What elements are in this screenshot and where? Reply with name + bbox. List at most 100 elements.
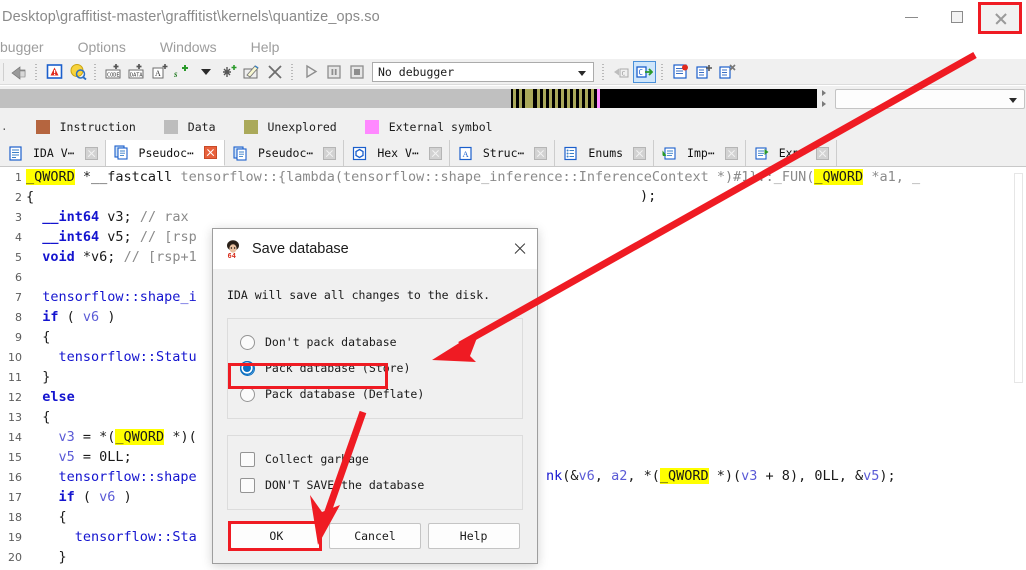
step-over-icon: C [614,68,629,78]
svg-text:A: A [155,69,161,78]
step-over-button[interactable]: C [610,61,633,83]
run-button[interactable] [299,61,322,83]
radio-icon [240,334,255,350]
tab-1[interactable]: Pseudoc⋯ [105,140,225,166]
undefine-button[interactable] [263,61,286,83]
dialog-close-button[interactable] [509,238,531,260]
rename-button[interactable] [240,61,263,83]
toolbar-grip-2[interactable] [92,62,99,81]
jump-to-address-input[interactable] [835,89,1025,109]
line-content: __int64 v5; // [rsp [42,229,197,245]
tab-close-icon[interactable] [633,146,647,160]
step-into-button[interactable]: C [633,60,656,83]
stop-button[interactable] [345,61,368,83]
nav-tick [549,89,552,108]
menu-item-help[interactable]: Help [234,39,297,55]
tab-close-icon[interactable] [323,146,337,160]
make-string-button[interactable]: A [148,61,171,83]
add-breakpoint-button[interactable] [692,61,715,83]
make-struct-button[interactable]: s [171,61,194,83]
extra-options-group: Collect garbage DON'T SAVE the database [227,435,523,510]
dialog-button-row: OK Cancel Help [213,523,537,549]
help-button[interactable]: Help [427,523,520,549]
checkbox-dont-save-database[interactable]: DON'T SAVE the database [228,472,522,498]
cancel-button[interactable]: Cancel [328,523,421,549]
legend-label-data: Data [187,119,216,134]
legend-swatch-data [163,119,178,134]
delete-breakpoint-button[interactable] [715,61,738,83]
tab-7[interactable]: Exp⋯ [745,140,838,166]
make-code-button[interactable]: CODE [102,61,125,83]
toolbar-grip-4[interactable] [600,62,607,81]
hex-view-icon [353,146,367,160]
tab-label: Exp⋯ [778,146,807,160]
checkbox-collect-garbage[interactable]: Collect garbage [228,446,522,472]
navigator-scroll-arrows[interactable] [820,90,830,107]
code-line[interactable]: 3 __int64 v3; // rax [0,207,1026,227]
tab-6[interactable]: Imp⋯ [654,140,746,166]
line-number: 9 [15,330,22,344]
make-data-button[interactable]: DATA [125,61,148,83]
menu-item-windows[interactable]: Windows [143,39,234,55]
tab-4[interactable]: A Struc⋯ [449,140,556,166]
tab-close-icon[interactable] [203,146,217,159]
tab-2[interactable]: Pseudoc⋯ [224,140,345,166]
toolbar-grip-5[interactable] [659,62,666,81]
pseudocode-vertical-scrollbar[interactable] [1012,169,1025,568]
tab-close-icon[interactable] [816,146,830,160]
toolbar-grip-3[interactable] [289,62,296,81]
debugger-select[interactable]: No debugger [372,61,594,82]
make-unexplored-button[interactable] [217,61,240,83]
search-button[interactable] [66,61,89,83]
checkbox-label: Collect garbage [265,452,369,466]
toolbar-dropdown-button[interactable] [194,61,217,83]
nav-tick [543,89,546,108]
close-button[interactable] [978,2,1022,34]
line-number: 3 [15,210,22,224]
line-number: 7 [15,290,22,304]
tab-close-icon[interactable] [534,146,548,160]
pause-button[interactable] [322,61,345,83]
nav-tick [519,89,522,108]
code-line[interactable]: 2{ [0,187,1026,207]
ida-logo-icon: 64 [227,240,239,259]
radio-pack-database-store[interactable]: Pack database (Store) [228,355,522,381]
menu-item-options[interactable]: Options [61,39,143,55]
tab-5[interactable]: Enums [555,140,655,166]
maximize-button[interactable] [934,0,980,34]
nav-tick [585,89,588,108]
menu-item-debugger[interactable]: bugger [0,39,61,55]
make-code-icon: CODE [105,64,121,79]
line-number: 16 [8,470,22,484]
breakpoint-list-icon [672,64,688,79]
line-content: { [26,409,51,425]
pack-options-group: Don't pack database Pack database (Store… [227,318,523,419]
scrollbar-thumb[interactable] [1014,173,1023,383]
minimize-button[interactable] [888,0,934,34]
ida-pro-window: Desktop\graffitist-master\graffitist\ker… [0,0,1026,570]
toolbar-divider [3,62,4,81]
make-struct-icon: s [173,65,188,79]
chevron-down-icon [1009,98,1017,103]
tab-3[interactable]: Hex V⋯ [344,140,450,166]
breakpoint-list-button[interactable] [669,61,692,83]
legend-lead: . [1,120,8,133]
pause-icon [326,65,341,79]
nav-tick [555,89,558,108]
line-content: void *v6; // [rsp+1 [42,249,197,265]
tab-label: Pseudoc⋯ [257,146,314,160]
ok-button[interactable]: OK [230,523,323,549]
navigator-bar[interactable] [0,89,817,108]
tab-close-icon[interactable] [724,146,738,160]
tab-close-icon[interactable] [84,146,98,160]
toolbar-grip[interactable] [33,62,40,81]
tab-close-icon[interactable] [428,146,442,160]
warnings-button[interactable] [43,61,66,83]
line-number: 5 [15,250,22,264]
radio-pack-database-deflate[interactable]: Pack database (Deflate) [228,381,522,407]
line-content: tensorflow::Statu [58,349,197,365]
tab-0[interactable]: IDA V⋯ [0,140,106,166]
navigate-back-button[interactable] [7,61,30,83]
radio-dont-pack-database[interactable]: Don't pack database [228,329,522,355]
code-line[interactable]: 1 _QWORD *__fastcall tensorflow::{lambda(… [0,167,1026,187]
